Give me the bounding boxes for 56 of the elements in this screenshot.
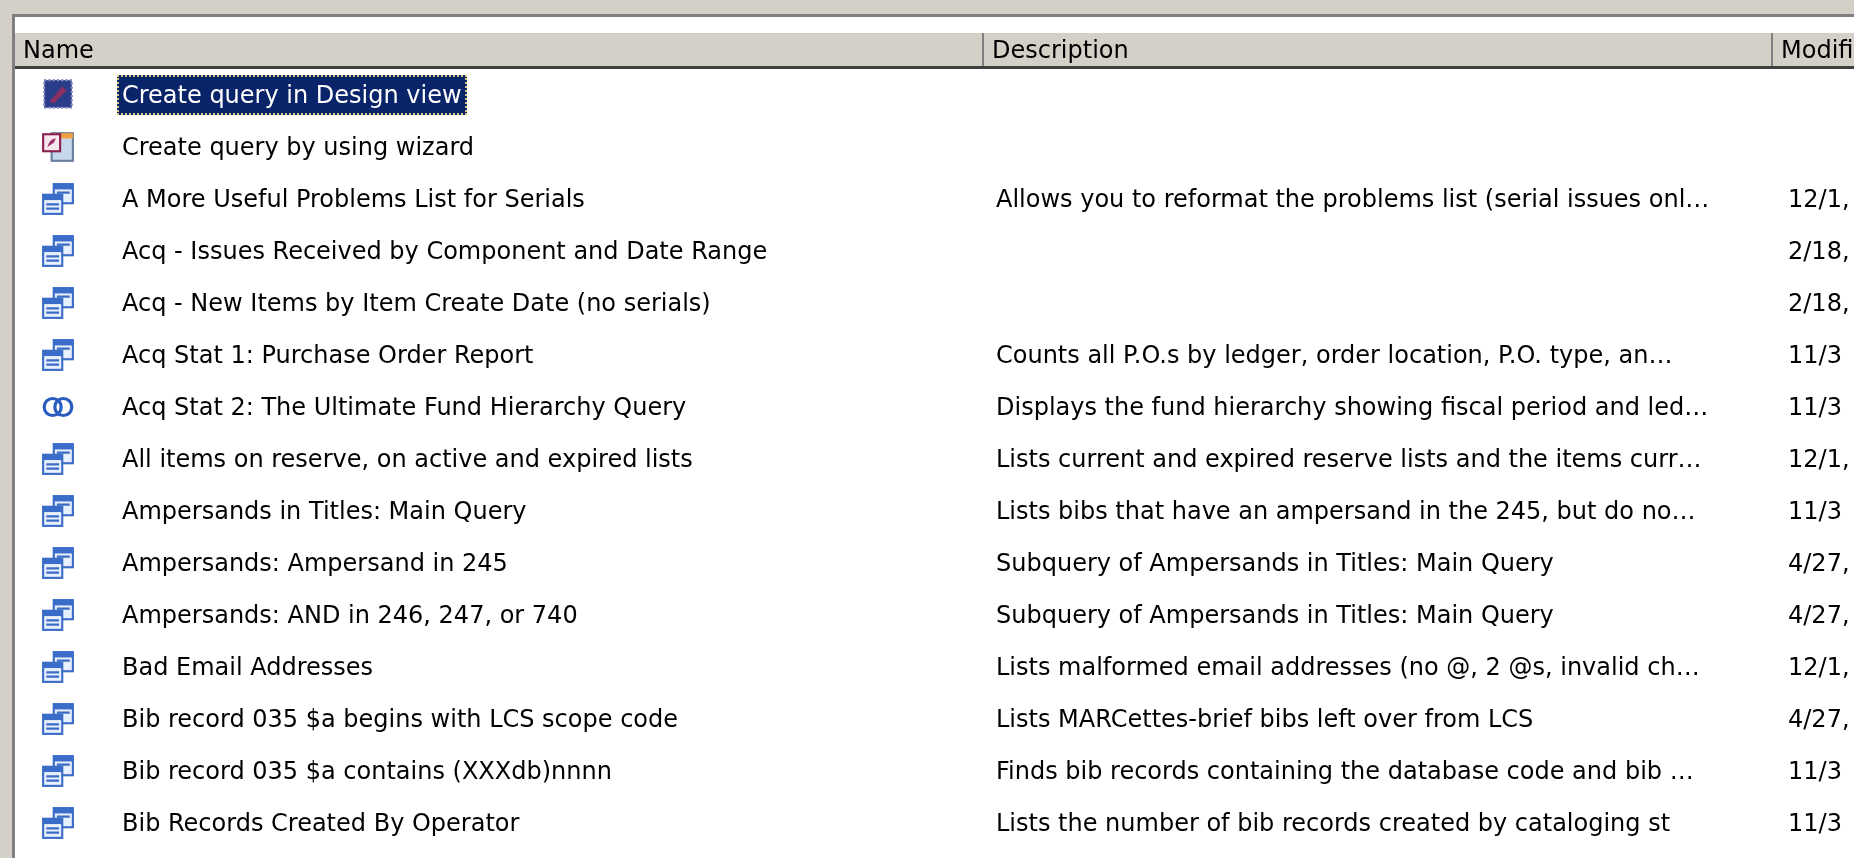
modified-date: 2/18, bbox=[1788, 237, 1850, 265]
query-icon bbox=[41, 442, 75, 476]
modified-date: 11/3 bbox=[1788, 341, 1842, 369]
modified-date: 11/3 bbox=[1788, 497, 1842, 525]
query-icon bbox=[41, 286, 75, 320]
query-name[interactable]: Bib record 035 $a contains (XXXdb)nnnn bbox=[117, 751, 617, 791]
modified-date: 11/3 bbox=[1788, 809, 1842, 837]
query-description: Lists MARCettes-brief bibs left over from LCS bbox=[996, 705, 1534, 733]
query-name[interactable]: Create query in Design view bbox=[117, 75, 467, 115]
column-header[interactable]: Modifi bbox=[1773, 33, 1854, 66]
column-header[interactable]: Description bbox=[984, 33, 1773, 66]
modified-date: 11/3 bbox=[1788, 393, 1842, 421]
query-name[interactable]: All items on reserve, on active and expired lists bbox=[117, 439, 698, 479]
query-icon bbox=[41, 338, 75, 372]
modified-date: 4/27, bbox=[1788, 549, 1850, 577]
column-header[interactable]: Name bbox=[15, 33, 984, 66]
query-description: Lists bibs that have an ampersand in the 245, but do no… bbox=[996, 497, 1696, 525]
wizard-icon bbox=[41, 130, 75, 164]
query-name[interactable]: A More Useful Problems List for Serials bbox=[117, 179, 590, 219]
query-icon bbox=[41, 494, 75, 528]
query-name[interactable]: Ampersands: AND in 246, 247, or 740 bbox=[117, 595, 583, 635]
query-description: Subquery of Ampersands in Titles: Main Query bbox=[996, 601, 1554, 629]
query-design-icon bbox=[41, 78, 75, 112]
query-description: Finds bib records containing the database code and bib … bbox=[996, 757, 1694, 785]
modified-date: 12/1, bbox=[1788, 653, 1850, 681]
query-name[interactable]: Bib Records Created By Operator bbox=[117, 803, 525, 843]
query-name[interactable]: Acq - New Items by Item Create Date (no serials) bbox=[117, 283, 716, 323]
query-name[interactable]: Ampersands: Ampersand in 245 bbox=[117, 543, 513, 583]
query-name[interactable]: Acq Stat 1: Purchase Order Report bbox=[117, 335, 539, 375]
query-icon bbox=[41, 234, 75, 268]
query-name[interactable]: Bib record 035 $a begins with LCS scope code bbox=[117, 699, 683, 739]
query-icon bbox=[41, 754, 75, 788]
query-name[interactable]: Bad Email Addresses bbox=[117, 647, 379, 687]
query-description: Lists malformed email addresses (no @, 2 @s, invalid ch… bbox=[996, 653, 1700, 681]
query-description: Lists the number of bib records created by cataloging st bbox=[996, 809, 1671, 837]
query-name[interactable]: Acq Stat 2: The Ultimate Fund Hierarchy Query bbox=[117, 387, 692, 427]
modified-date: 12/1, bbox=[1788, 185, 1850, 213]
query-icon bbox=[41, 806, 75, 840]
modified-date: 4/27, bbox=[1788, 705, 1850, 733]
query-description: Lists current and expired reserve lists and the items curr… bbox=[996, 445, 1702, 473]
query-description: Allows you to reformat the problems list (serial issues onl… bbox=[996, 185, 1710, 213]
modified-date: 4/27, bbox=[1788, 601, 1850, 629]
query-name[interactable]: Create query by using wizard bbox=[117, 127, 480, 167]
query-icon bbox=[41, 598, 75, 632]
query-description: Subquery of Ampersands in Titles: Main Query bbox=[996, 549, 1554, 577]
query-icon bbox=[41, 546, 75, 580]
query-icon bbox=[41, 650, 75, 684]
query-description: Displays the fund hierarchy showing fiscal period and led… bbox=[996, 393, 1709, 421]
query-name[interactable]: Ampersands in Titles: Main Query bbox=[117, 491, 532, 531]
modified-date: 2/18, bbox=[1788, 289, 1850, 317]
query-icon bbox=[41, 702, 75, 736]
query-icon bbox=[41, 182, 75, 216]
modified-date: 12/1, bbox=[1788, 445, 1850, 473]
query-description: Counts all P.O.s by ledger, order location, P.O. type, an… bbox=[996, 341, 1673, 369]
query-name[interactable]: Acq - Issues Received by Component and Date Range bbox=[117, 231, 773, 271]
modified-date: 11/3 bbox=[1788, 757, 1842, 785]
